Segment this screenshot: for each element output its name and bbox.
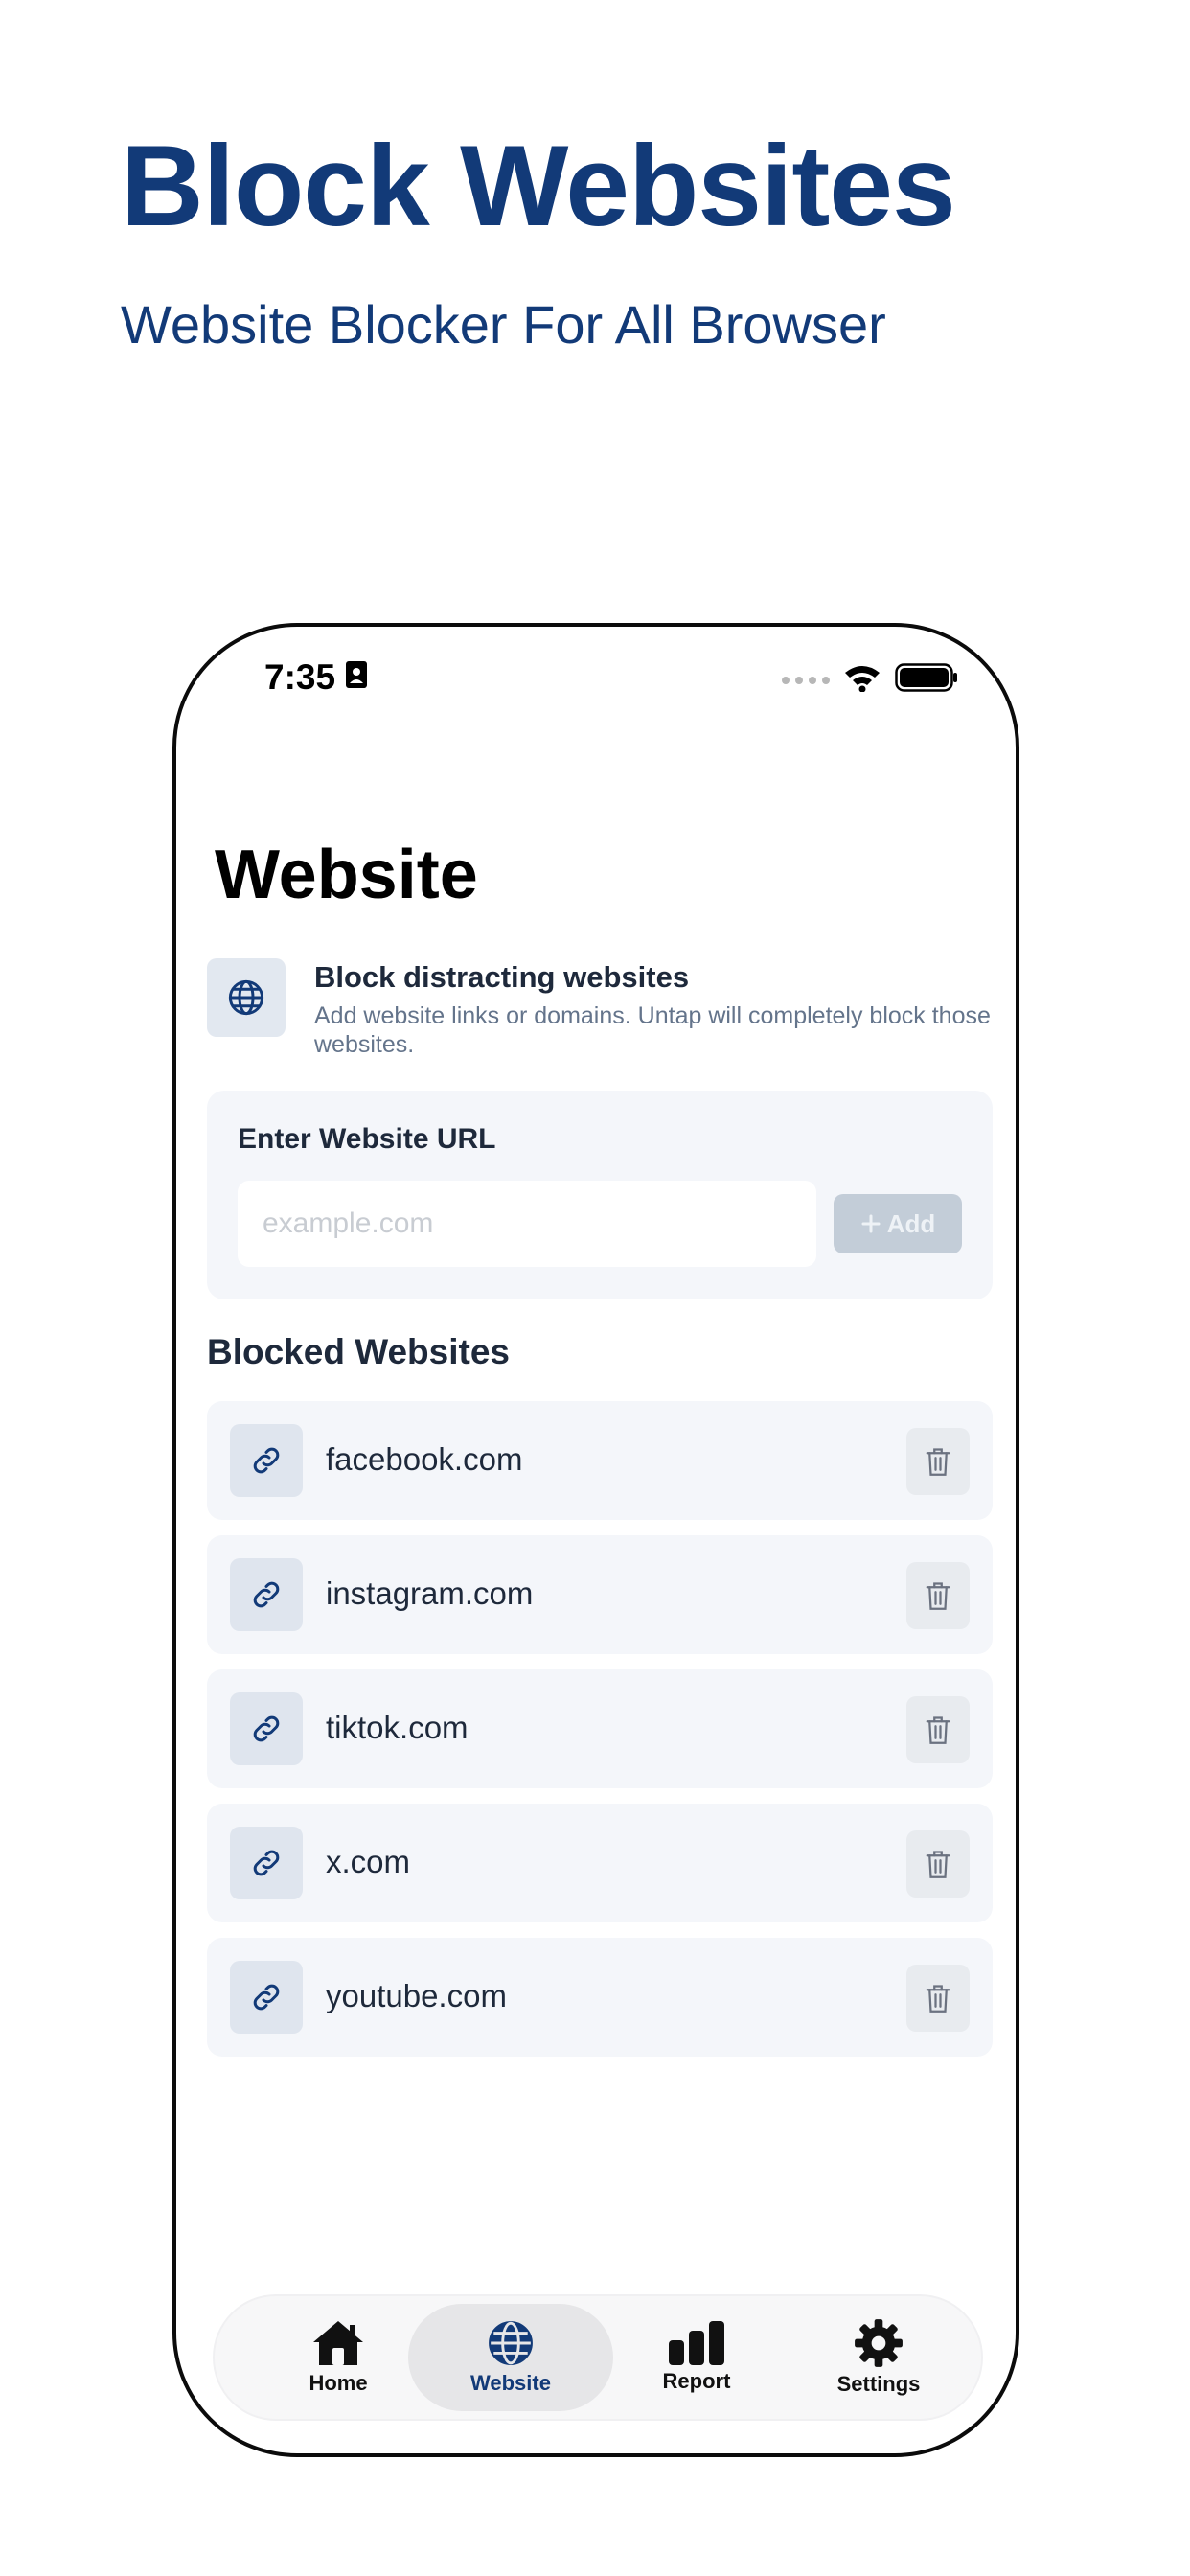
tab-label: Home bbox=[309, 2371, 368, 2395]
delete-site-button[interactable] bbox=[906, 1562, 970, 1629]
link-icon-box bbox=[230, 1827, 303, 1899]
status-time-text: 7:35 bbox=[264, 657, 336, 697]
delete-site-button[interactable] bbox=[906, 1428, 970, 1495]
intro-title: Block distracting websites bbox=[314, 960, 690, 994]
intro-text: Block distracting websites Add website l… bbox=[314, 958, 993, 1059]
add-button-label: Add bbox=[886, 1208, 936, 1238]
tab-label: Settings bbox=[836, 2372, 921, 2396]
intro-icon-box bbox=[207, 958, 286, 1037]
contact-card-icon bbox=[345, 657, 368, 698]
site-name: x.com bbox=[326, 1844, 411, 1879]
link-icon bbox=[253, 1447, 280, 1474]
tab-report[interactable]: Report bbox=[594, 2304, 799, 2411]
status-bar-indicators bbox=[782, 663, 958, 697]
blocked-websites-title: Blocked Websites bbox=[207, 1332, 510, 1371]
link-icon bbox=[253, 1715, 280, 1742]
trash-icon bbox=[926, 1582, 950, 1610]
phone-frame: 7:35 Website Block distracting websites … bbox=[172, 623, 1019, 2457]
tab-label: Report bbox=[662, 2369, 731, 2393]
list-item: tiktok.com bbox=[207, 1669, 993, 1788]
url-input-label: Enter Website URL bbox=[238, 1123, 496, 1155]
list-item: youtube.com bbox=[207, 1938, 993, 2057]
list-item: facebook.com bbox=[207, 1401, 993, 1520]
hero-subtitle: Website Blocker For All Browser bbox=[121, 294, 886, 355]
list-item: instagram.com bbox=[207, 1535, 993, 1654]
link-icon-box bbox=[230, 1558, 303, 1631]
wifi-icon bbox=[843, 663, 881, 697]
blocked-websites-list: facebook.com instagram.com tiktok.com x.… bbox=[207, 1401, 993, 2072]
trash-icon bbox=[926, 1448, 950, 1476]
link-icon-box bbox=[230, 1692, 303, 1765]
link-icon-box bbox=[230, 1424, 303, 1497]
intro-description: Add website links or domains. Untap will… bbox=[314, 1002, 991, 1058]
trash-icon bbox=[926, 1716, 950, 1744]
delete-site-button[interactable] bbox=[906, 1696, 970, 1763]
link-icon-box bbox=[230, 1961, 303, 2034]
gear-icon bbox=[855, 2319, 903, 2367]
globe-icon bbox=[228, 979, 264, 1016]
add-website-button[interactable]: Add bbox=[834, 1194, 962, 1254]
signal-dots-icon bbox=[782, 676, 830, 684]
bar-chart-icon bbox=[669, 2321, 724, 2365]
site-name: youtube.com bbox=[326, 1978, 507, 2013]
status-bar-time: 7:35 bbox=[264, 657, 368, 698]
page-title: Website bbox=[215, 837, 478, 913]
globe-icon bbox=[489, 2321, 533, 2365]
hero-title: Block Websites bbox=[121, 122, 956, 250]
battery-icon bbox=[895, 663, 958, 697]
trash-icon bbox=[926, 1985, 950, 2012]
tab-settings[interactable]: Settings bbox=[776, 2304, 981, 2411]
plus-icon bbox=[861, 1214, 881, 1233]
link-icon bbox=[253, 1850, 280, 1876]
bottom-tab-bar: Home Website Report Settings bbox=[215, 2296, 981, 2419]
url-input[interactable] bbox=[238, 1181, 816, 1267]
tab-website[interactable]: Website bbox=[408, 2304, 613, 2411]
site-name: instagram.com bbox=[326, 1576, 534, 1611]
url-entry-card: Enter Website URL Add bbox=[207, 1091, 993, 1300]
delete-site-button[interactable] bbox=[906, 1965, 970, 2032]
list-item: x.com bbox=[207, 1804, 993, 1922]
delete-site-button[interactable] bbox=[906, 1830, 970, 1898]
intro-section: Block distracting websites Add website l… bbox=[207, 958, 993, 1059]
site-name: tiktok.com bbox=[326, 1710, 469, 1745]
link-icon bbox=[253, 1984, 280, 2011]
site-name: facebook.com bbox=[326, 1441, 523, 1477]
tab-label: Website bbox=[470, 2371, 551, 2395]
trash-icon bbox=[926, 1851, 950, 1878]
link-icon bbox=[253, 1581, 280, 1608]
home-icon bbox=[313, 2321, 363, 2365]
